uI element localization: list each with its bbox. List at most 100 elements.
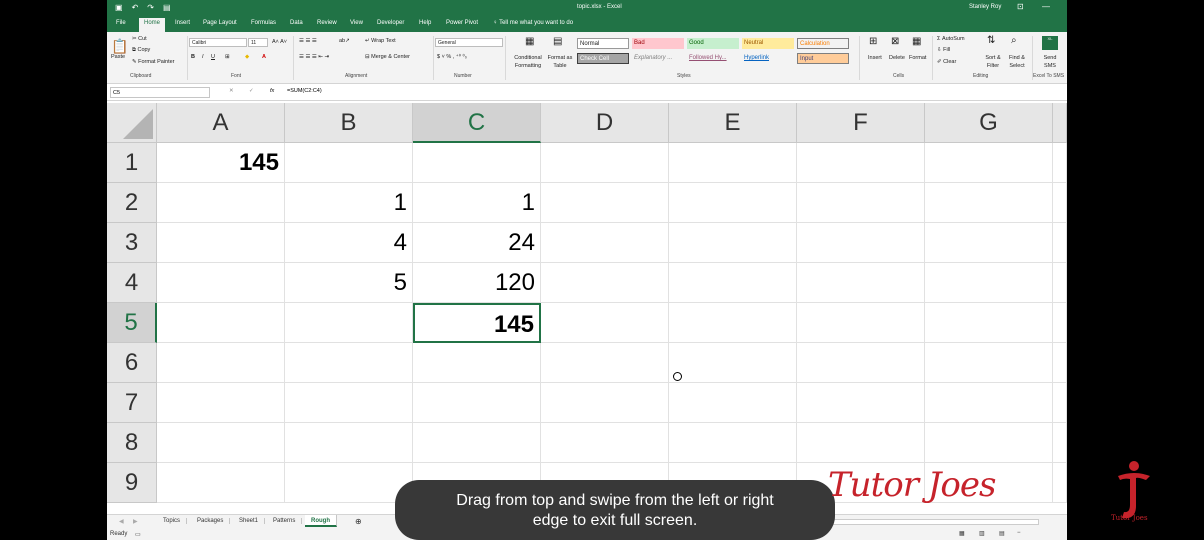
- ribbon-display-icon[interactable]: ⊡: [1017, 2, 1024, 11]
- format-as-table-icon[interactable]: ▤: [553, 36, 562, 47]
- style-hyperlink[interactable]: Hyperlink: [742, 53, 794, 64]
- paste-button[interactable]: Paste: [111, 54, 125, 60]
- cell-b2[interactable]: 1: [285, 183, 413, 223]
- cell-f6[interactable]: [797, 343, 925, 383]
- style-followed-hyperlink[interactable]: Followed Hy...: [687, 53, 739, 64]
- bold-button[interactable]: B: [191, 54, 195, 60]
- formula-input[interactable]: =SUM(C2:C4): [287, 88, 322, 94]
- find-icon[interactable]: ⌕: [1011, 35, 1017, 46]
- cell-d4[interactable]: [541, 263, 669, 303]
- sms-icon[interactable]: XL: [1042, 36, 1058, 50]
- tab-review[interactable]: Review: [317, 20, 337, 26]
- cell-e7[interactable]: [669, 383, 797, 423]
- undo-icon[interactable]: ↶: [132, 3, 139, 12]
- sheet-tab-patterns[interactable]: Patterns: [267, 518, 303, 524]
- copy-button[interactable]: ⧉ Copy: [132, 47, 150, 54]
- cell-a3[interactable]: [157, 223, 285, 263]
- insert-cells-icon[interactable]: ⊞: [869, 36, 877, 47]
- cell-b6[interactable]: [285, 343, 413, 383]
- macro-record-icon[interactable]: ▭: [135, 531, 141, 538]
- cancel-icon[interactable]: ✕: [229, 88, 234, 94]
- cell-b4[interactable]: 5: [285, 263, 413, 303]
- sheet-tab-sheet1[interactable]: Sheet1: [233, 518, 266, 524]
- row-header-2[interactable]: 2: [107, 183, 157, 223]
- insert-cells-button[interactable]: Insert: [868, 55, 882, 61]
- cell-e1[interactable]: [669, 143, 797, 183]
- tab-page-layout[interactable]: Page Layout: [203, 20, 237, 26]
- cell-f2[interactable]: [797, 183, 925, 223]
- minimize-icon[interactable]: —: [1042, 2, 1050, 11]
- autosum-button[interactable]: Σ AutoSum: [937, 36, 965, 42]
- cell-c2[interactable]: 1: [413, 183, 541, 223]
- cell-h6[interactable]: [1053, 343, 1067, 383]
- cell-c4[interactable]: 120: [413, 263, 541, 303]
- function-icon[interactable]: fx: [270, 88, 274, 94]
- cell-g4[interactable]: [925, 263, 1053, 303]
- borders-icon[interactable]: ⊞: [225, 54, 230, 60]
- style-input[interactable]: Input: [797, 53, 849, 64]
- cell-b7[interactable]: [285, 383, 413, 423]
- tab-view[interactable]: View: [350, 20, 363, 26]
- cell-b8[interactable]: [285, 423, 413, 463]
- zoom-out-icon[interactable]: −: [1017, 530, 1021, 536]
- cell-a5[interactable]: [157, 303, 285, 343]
- cell-f4[interactable]: [797, 263, 925, 303]
- tab-home[interactable]: Home: [139, 18, 166, 32]
- cell-b1[interactable]: [285, 143, 413, 183]
- cell-b3[interactable]: 4: [285, 223, 413, 263]
- row-header-8[interactable]: 8: [107, 423, 157, 463]
- user-name[interactable]: Stanley Roy: [969, 4, 1001, 10]
- horizontal-scrollbar[interactable]: [827, 519, 1039, 525]
- tab-developer[interactable]: Developer: [377, 20, 404, 26]
- sheet-tab-rough[interactable]: Rough: [305, 515, 337, 527]
- cell-d5[interactable]: [541, 303, 669, 343]
- style-bad[interactable]: Bad: [632, 38, 684, 49]
- cell-f7[interactable]: [797, 383, 925, 423]
- cell-f3[interactable]: [797, 223, 925, 263]
- row-header-3[interactable]: 3: [107, 223, 157, 263]
- wrap-text-button[interactable]: ↵ Wrap Text: [365, 38, 396, 44]
- save-icon[interactable]: ▣: [115, 3, 123, 12]
- conditional-formatting-icon[interactable]: ▦: [525, 36, 534, 47]
- cell-d2[interactable]: [541, 183, 669, 223]
- row-header-4[interactable]: 4: [107, 263, 157, 303]
- sheet-tab-topics[interactable]: Topics: [157, 518, 188, 524]
- row-header-1[interactable]: 1: [107, 143, 157, 183]
- cell-g7[interactable]: [925, 383, 1053, 423]
- select-all-button[interactable]: [107, 103, 157, 143]
- cell-g3[interactable]: [925, 223, 1053, 263]
- format-painter-button[interactable]: ✎ Format Painter: [132, 59, 175, 65]
- normal-view-icon[interactable]: ▦: [959, 530, 965, 537]
- cell-h9[interactable]: [1053, 463, 1067, 503]
- cell-d7[interactable]: [541, 383, 669, 423]
- style-good[interactable]: Good: [687, 38, 739, 49]
- paste-icon[interactable]: 📋: [111, 38, 128, 55]
- cell-d3[interactable]: [541, 223, 669, 263]
- send-sms-button[interactable]: Send SMS: [1041, 54, 1059, 70]
- name-box[interactable]: C5: [110, 87, 210, 98]
- tab-data[interactable]: Data: [290, 20, 303, 26]
- column-header-h[interactable]: [1053, 103, 1067, 143]
- cell-g5[interactable]: [925, 303, 1053, 343]
- conditional-formatting-button[interactable]: Conditional Formatting: [509, 54, 547, 70]
- enter-icon[interactable]: ✓: [249, 88, 254, 94]
- cell-h3[interactable]: [1053, 223, 1067, 263]
- style-calculation[interactable]: Calculation: [797, 38, 849, 49]
- currency-icon[interactable]: $ ˅ % , ⁺⁰ ⁰₀: [437, 54, 467, 60]
- cell-e2[interactable]: [669, 183, 797, 223]
- tab-help[interactable]: Help: [419, 20, 431, 26]
- cell-a6[interactable]: [157, 343, 285, 383]
- cell-f8[interactable]: [797, 423, 925, 463]
- tab-formulas[interactable]: Formulas: [251, 20, 276, 26]
- column-header-b[interactable]: B: [285, 103, 413, 143]
- page-layout-view-icon[interactable]: ▥: [979, 530, 985, 537]
- cell-g2[interactable]: [925, 183, 1053, 223]
- cell-c6[interactable]: [413, 343, 541, 383]
- cell-d6[interactable]: [541, 343, 669, 383]
- cell-a4[interactable]: [157, 263, 285, 303]
- style-normal[interactable]: Normal: [577, 38, 629, 49]
- redo-icon[interactable]: ↷: [147, 3, 154, 12]
- font-name-select[interactable]: Calibri: [189, 38, 247, 47]
- cell-h5[interactable]: [1053, 303, 1067, 343]
- cell-e8[interactable]: [669, 423, 797, 463]
